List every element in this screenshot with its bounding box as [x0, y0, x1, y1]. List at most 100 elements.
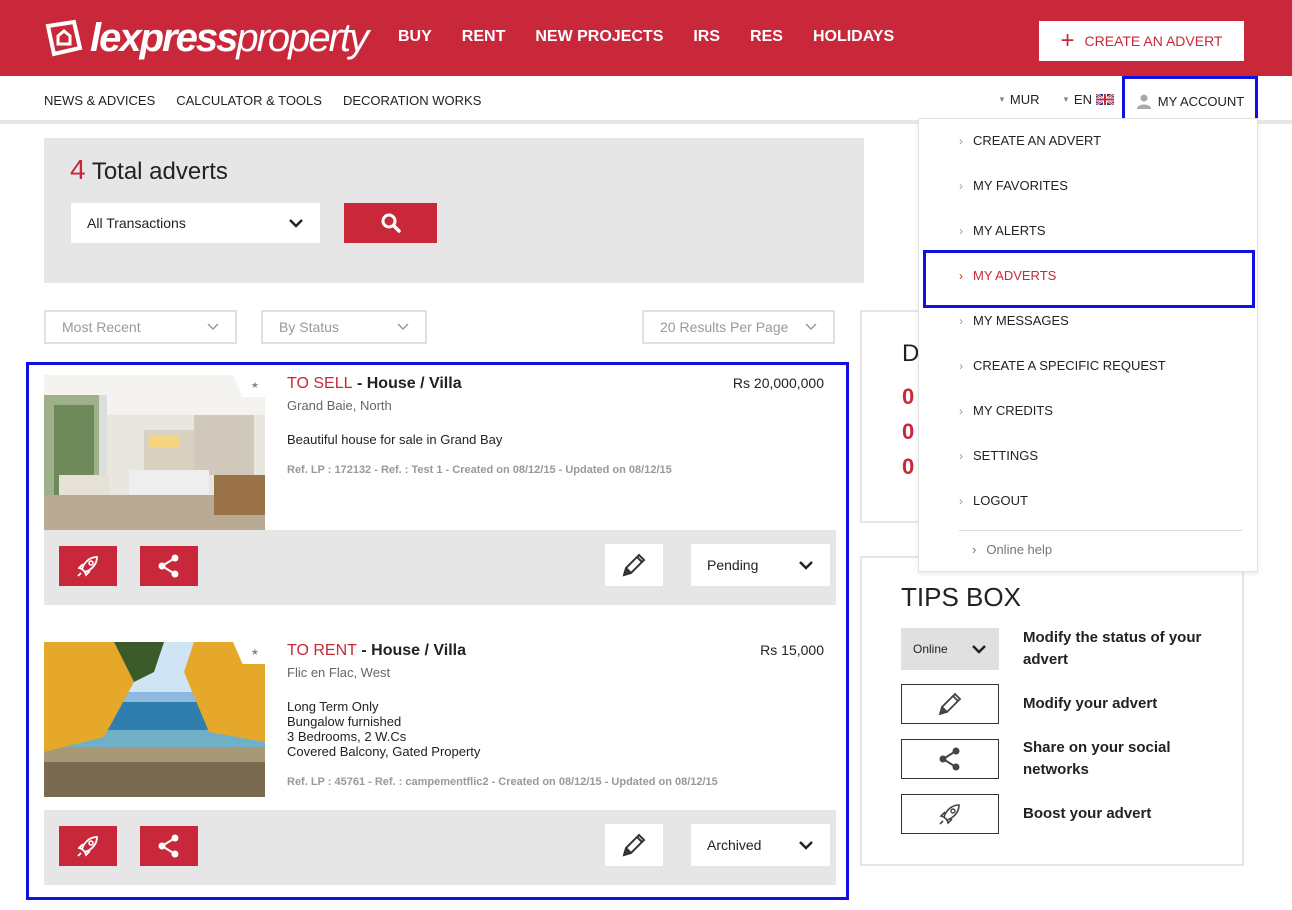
- create-advert-button[interactable]: + CREATE AN ADVERT: [1039, 21, 1244, 61]
- chevron-right-icon: ›: [959, 133, 963, 148]
- boost-button[interactable]: [59, 546, 117, 586]
- description-line: Bungalow furnished: [287, 714, 402, 729]
- per-page-select[interactable]: 20 Results Per Page: [642, 310, 835, 344]
- menu-item-my-credits[interactable]: › MY CREDITS: [959, 403, 1053, 418]
- menu-item-label: MY MESSAGES: [973, 313, 1069, 328]
- advert-photo[interactable]: ★: [44, 375, 265, 530]
- advert-card: ★ TO RENT - House / Villa Rs 15,000 Flic…: [44, 642, 836, 885]
- menu-item-label: SETTINGS: [973, 448, 1039, 463]
- menu-item-my-favorites[interactable]: › MY FAVORITES: [959, 178, 1068, 193]
- advert-photo[interactable]: ★: [44, 642, 265, 797]
- total-label: Total adverts: [91, 158, 228, 185]
- chevron-right-icon: ›: [959, 358, 963, 373]
- menu-item-label: MY CREDITS: [973, 403, 1053, 418]
- status-example-value: Online: [913, 642, 948, 656]
- menu-item-label: LOGOUT: [973, 493, 1028, 508]
- stats-value: 0: [902, 419, 915, 444]
- chevron-right-icon: ›: [959, 313, 963, 328]
- sort-value: Most Recent: [62, 319, 141, 335]
- description-line: Long Term Only: [287, 699, 379, 714]
- share-button[interactable]: [140, 546, 198, 586]
- nav-rent[interactable]: RENT: [462, 28, 506, 46]
- boost-button[interactable]: [59, 826, 117, 866]
- nav-res[interactable]: RES: [750, 28, 783, 46]
- logo-icon: [45, 19, 83, 57]
- user-icon: [1136, 94, 1151, 109]
- menu-item-logout[interactable]: › LOGOUT: [959, 493, 1028, 508]
- caret-down-icon: ▼: [998, 95, 1006, 104]
- menu-item-online-help[interactable]: › Online help: [972, 542, 1052, 557]
- pencil-tip-box: [901, 684, 999, 724]
- advert-price: Rs 15,000: [760, 642, 824, 658]
- edit-button[interactable]: [605, 544, 663, 586]
- chevron-down-icon: [972, 645, 986, 654]
- nav-buy[interactable]: BUY: [398, 28, 432, 46]
- menu-item-label: CREATE A SPECIFIC REQUEST: [973, 358, 1166, 373]
- share-tip-box: [901, 739, 999, 779]
- menu-item-create-request[interactable]: › CREATE A SPECIFIC REQUEST: [959, 358, 1166, 373]
- status-filter-select[interactable]: By Status: [261, 310, 427, 344]
- pencil-icon: [622, 833, 646, 857]
- main-nav: BUY RENT NEW PROJECTS IRS RES HOLIDAYS: [398, 28, 924, 46]
- menu-item-label: Online help: [986, 542, 1053, 557]
- nav-decoration-works[interactable]: DECORATION WORKS: [343, 93, 481, 108]
- chevron-down-icon: [805, 323, 817, 331]
- advert-action-bar: Archived: [44, 810, 836, 885]
- menu-item-settings[interactable]: › SETTINGS: [959, 448, 1038, 463]
- search-button[interactable]: [344, 203, 437, 243]
- advert-transaction: TO RENT: [287, 642, 357, 659]
- chevron-right-icon: ›: [959, 493, 963, 508]
- chevron-right-icon: ›: [959, 403, 963, 418]
- nav-news-advices[interactable]: NEWS & ADVICES: [44, 93, 155, 108]
- menu-item-label: CREATE AN ADVERT: [973, 133, 1102, 148]
- status-select[interactable]: Pending: [691, 544, 830, 586]
- tip-text: Modify the status of your advert: [1023, 629, 1202, 668]
- status-filter-value: By Status: [279, 319, 339, 335]
- share-button[interactable]: [140, 826, 198, 866]
- advert-location: Flic en Flac, West: [287, 665, 391, 680]
- site-logo[interactable]: lexpressproperty: [44, 16, 369, 60]
- rocket-icon: [77, 556, 98, 577]
- beach-icon: [44, 642, 265, 797]
- tip-text: Boost your advert: [1023, 805, 1152, 822]
- advert-type: - House / Villa: [352, 375, 462, 392]
- chevron-down-icon: [397, 323, 409, 331]
- sub-nav: NEWS & ADVICES CALCULATOR & TOOLS DECORA…: [0, 76, 1292, 124]
- description-line: Beautiful house for sale in Grand Bay: [287, 432, 503, 447]
- edit-button[interactable]: [605, 824, 663, 866]
- language-label: EN: [1073, 92, 1092, 107]
- logo-text: lexpressproperty: [90, 16, 369, 60]
- advert-description: Beautiful house for sale in Grand Bay: [287, 432, 502, 447]
- nav-holidays[interactable]: HOLIDAYS: [813, 28, 894, 46]
- advert-title[interactable]: TO RENT - House / Villa: [287, 642, 466, 660]
- search-panel: 4 Total adverts All Transactions: [44, 138, 864, 283]
- language-selector[interactable]: ▼ EN: [1062, 92, 1114, 107]
- menu-item-my-alerts[interactable]: › MY ALERTS: [959, 223, 1046, 238]
- menu-item-label: MY ALERTS: [973, 223, 1046, 238]
- advert-description: Long Term Only Bungalow furnished 3 Bedr…: [287, 699, 480, 759]
- account-dropdown-menu: › CREATE AN ADVERT › MY FAVORITES › MY ALER…: [918, 118, 1258, 572]
- create-advert-label: CREATE AN ADVERT: [1084, 33, 1223, 49]
- nav-new-projects[interactable]: NEW PROJECTS: [535, 28, 663, 46]
- stats-card: D 0 0 0: [860, 310, 920, 523]
- uk-flag-icon: [1095, 94, 1114, 105]
- menu-item-my-messages[interactable]: › MY MESSAGES: [959, 313, 1069, 328]
- currency-selector[interactable]: ▼ MUR: [998, 92, 1040, 107]
- nav-calculator-tools[interactable]: CALCULATOR & TOOLS: [176, 93, 322, 108]
- currency-label: MUR: [1009, 92, 1040, 107]
- transaction-select[interactable]: All Transactions: [71, 203, 320, 243]
- menu-divider: [959, 530, 1242, 531]
- chevron-right-icon: ›: [959, 448, 963, 463]
- menu-item-create-advert[interactable]: › CREATE AN ADVERT: [959, 133, 1101, 148]
- rocket-tip-box: [901, 794, 999, 834]
- share-icon: [939, 747, 960, 771]
- advert-title[interactable]: TO SELL - House / Villa: [287, 375, 462, 393]
- chevron-down-icon: [207, 323, 219, 331]
- status-select[interactable]: Archived: [691, 824, 830, 866]
- pencil-icon: [938, 692, 962, 716]
- stats-value: 0: [902, 384, 915, 409]
- search-icon: [381, 213, 401, 233]
- sort-select[interactable]: Most Recent: [44, 310, 237, 344]
- total-adverts: 4 Total adverts: [70, 154, 228, 186]
- nav-irs[interactable]: IRS: [693, 28, 720, 46]
